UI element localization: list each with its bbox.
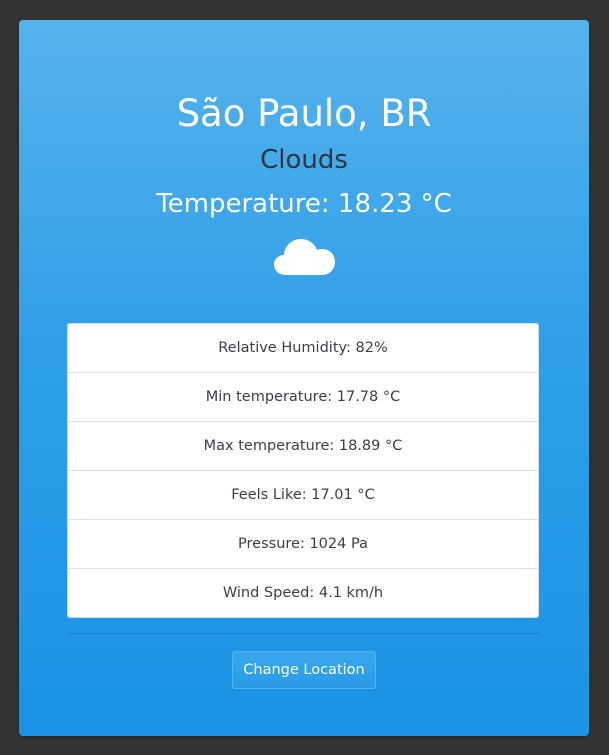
temperature: Temperature: 18.23 °C — [156, 189, 452, 219]
detail-max-temperature: Max temperature: 18.89 °C — [68, 422, 538, 471]
cloud-icon — [274, 239, 335, 275]
detail-wind-speed: Wind Speed: 4.1 km/h — [222, 585, 384, 601]
weather-condition: Clouds — [260, 145, 348, 175]
detail-feels-like: Feels Like: 17.01 °C — [68, 471, 538, 520]
weather-details-list: Relative Humidity: 82% Min temperature: … — [67, 323, 539, 618]
city-name: São Paulo, BR — [176, 92, 432, 135]
detail-min-temperature: Min temperature: 17.78 °C — [68, 373, 538, 422]
detail-pressure: Pressure: 1024 Pa — [68, 520, 538, 569]
change-location-button[interactable]: Change Location — [232, 651, 376, 689]
weather-card: São Paulo, BR Clouds Temperature: 18.23 … — [19, 20, 589, 736]
detail-humidity: Relative Humidity: 82% — [68, 324, 538, 373]
divider — [67, 633, 539, 634]
